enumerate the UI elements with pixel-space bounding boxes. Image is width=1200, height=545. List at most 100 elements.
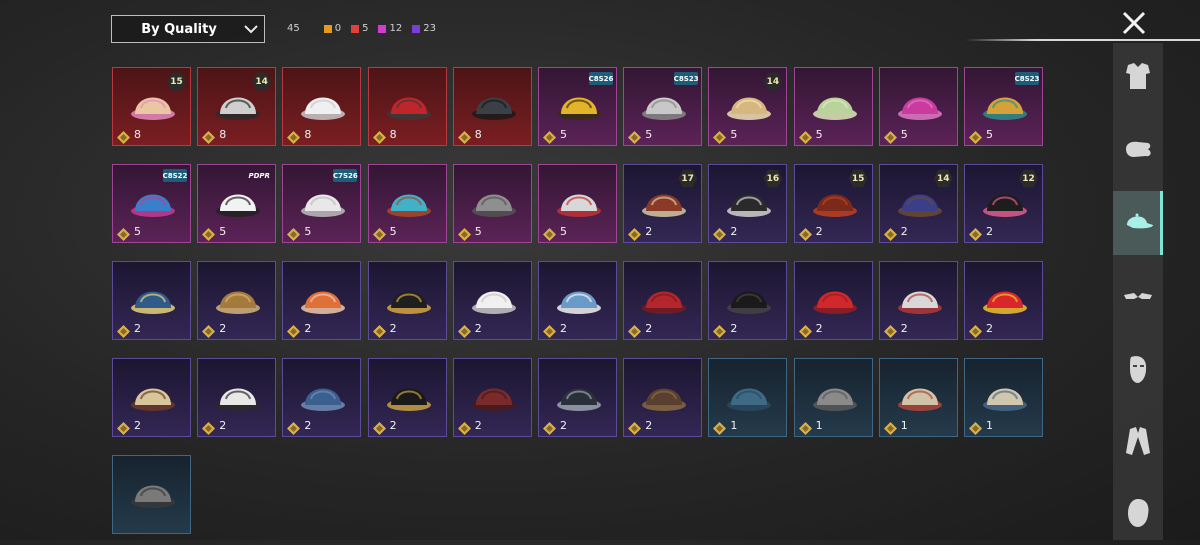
inventory-item[interactable]: C8S23 5 <box>623 67 703 146</box>
sidebar-tab-jacket[interactable] <box>1113 409 1163 473</box>
inventory-item[interactable]: 17 2 <box>623 164 703 243</box>
green-hair-icon <box>807 74 863 128</box>
inventory-item[interactable]: 2 <box>964 261 1043 340</box>
coin-icon <box>543 226 556 241</box>
count-legendary: 0 <box>323 23 342 34</box>
sidebar-tab-cap[interactable] <box>1113 191 1163 255</box>
inventory-item[interactable]: PDPR 5 <box>197 164 277 243</box>
sidebar-tab-glove[interactable] <box>1113 119 1163 183</box>
inventory-item[interactable]: 5 <box>452 164 532 243</box>
sidebar-tab-face[interactable] <box>1113 481 1163 545</box>
white-cowboy-hat-icon <box>295 74 351 128</box>
item-quantity: 2 <box>389 322 397 335</box>
white-turban-icon <box>466 268 522 322</box>
inventory-item[interactable]: 2 <box>282 261 362 340</box>
inventory-item[interactable]: 2 <box>793 261 873 340</box>
inventory-item[interactable]: 15 8 <box>112 67 191 146</box>
grey-beret-icon <box>807 365 863 419</box>
coin-icon <box>372 420 386 435</box>
inventory-item[interactable]: 2 <box>538 358 617 437</box>
close-button[interactable] <box>1120 9 1148 37</box>
sidebar-tab-outfit[interactable] <box>1113 45 1163 109</box>
inventory-item[interactable]: 14 2 <box>878 164 958 243</box>
inventory-item[interactable]: 2 <box>367 358 447 437</box>
inventory-item[interactable]: 1 <box>964 358 1043 437</box>
coin-icon <box>372 129 386 144</box>
coin-icon <box>287 323 301 338</box>
coin-icon <box>969 226 982 241</box>
header-divider <box>965 39 1200 41</box>
sidebar-tab-goggles[interactable] <box>1113 265 1163 329</box>
item-quantity: 1 <box>815 419 823 432</box>
inventory-item[interactable]: 2 <box>282 358 362 437</box>
item-quantity: 2 <box>645 419 653 432</box>
sort-dropdown[interactable]: By Quality <box>111 15 265 43</box>
inventory-item[interactable]: 5 <box>793 67 873 146</box>
inventory-item[interactable]: C7S26 5 <box>282 164 362 243</box>
inventory-item[interactable]: 2 <box>112 358 191 437</box>
inventory-item[interactable]: 15 2 <box>793 164 873 243</box>
count-value: 23 <box>423 23 436 34</box>
coin-icon <box>202 226 216 241</box>
item-quantity: 8 <box>389 128 397 141</box>
inventory-item[interactable]: 5 <box>367 164 447 243</box>
inventory-item[interactable]: 2 <box>623 261 703 340</box>
inventory-item[interactable]: 12 2 <box>964 164 1043 243</box>
inventory-item[interactable]: 2 <box>708 261 788 340</box>
head-mirror-icon <box>210 365 266 419</box>
inventory-item[interactable]: 16 2 <box>708 164 788 243</box>
inventory-item[interactable]: 2 <box>623 358 703 437</box>
inventory-item[interactable]: 8 <box>367 67 447 146</box>
item-quantity: 2 <box>986 225 993 238</box>
inventory-item[interactable]: 2 <box>452 261 532 340</box>
item-quantity: 2 <box>304 419 312 432</box>
season-badge: PDPR <box>248 171 270 180</box>
item-quantity: 2 <box>730 322 738 335</box>
coin-icon <box>117 323 130 338</box>
inventory-item[interactable]: 5 <box>538 164 617 243</box>
inventory-item[interactable]: 2 <box>367 261 447 340</box>
face-icon <box>1128 499 1149 527</box>
inventory-item[interactable]: C8S23 5 <box>964 67 1043 146</box>
inventory-item[interactable]: 1 <box>878 358 958 437</box>
tan-cap-icon <box>892 365 948 419</box>
inventory-item[interactable]: 8 <box>452 67 532 146</box>
coin-icon <box>287 226 301 241</box>
item-quantity: 2 <box>134 419 141 432</box>
inventory-item[interactable]: 2 <box>878 261 958 340</box>
inventory-item[interactable]: 14 8 <box>197 67 277 146</box>
inventory-item[interactable]: 2 <box>197 261 277 340</box>
inventory-item[interactable]: 2 <box>452 358 532 437</box>
item-counts: 45 0 5 12 23 <box>287 23 446 34</box>
inventory-item[interactable] <box>112 455 191 534</box>
inventory-item[interactable]: 14 5 <box>708 67 788 146</box>
coin-icon <box>117 420 130 435</box>
blue-cap-small-icon <box>295 365 351 419</box>
count-value: 0 <box>334 23 342 34</box>
item-quantity: 2 <box>986 322 993 335</box>
inventory-item[interactable]: 2 <box>112 261 191 340</box>
sidebar-tab-mask[interactable] <box>1113 337 1163 401</box>
item-quantity: 2 <box>645 322 653 335</box>
black-cap-icon <box>381 268 437 322</box>
item-quantity: 8 <box>219 128 227 141</box>
inventory-item[interactable]: C8S26 5 <box>538 67 617 146</box>
inventory-item[interactable]: 2 <box>197 358 277 437</box>
inventory-item[interactable]: 8 <box>282 67 362 146</box>
blue-monster-mask-icon <box>381 171 437 225</box>
coin-icon <box>457 420 471 435</box>
item-quantity: 2 <box>560 419 567 432</box>
coin-icon <box>628 129 642 144</box>
inventory-item[interactable]: 1 <box>708 358 788 437</box>
outfit-icon <box>1126 63 1150 89</box>
inventory-item[interactable]: 2 <box>538 261 617 340</box>
coin-icon <box>883 323 897 338</box>
inventory-item[interactable]: C8S22 5 <box>112 164 191 243</box>
item-quantity: 5 <box>134 225 141 238</box>
item-quantity: 1 <box>986 419 993 432</box>
quality-swatch <box>323 24 332 33</box>
item-quantity: 8 <box>474 128 482 141</box>
item-quantity: 5 <box>986 128 993 141</box>
inventory-item[interactable]: 5 <box>878 67 958 146</box>
inventory-item[interactable]: 1 <box>793 358 873 437</box>
